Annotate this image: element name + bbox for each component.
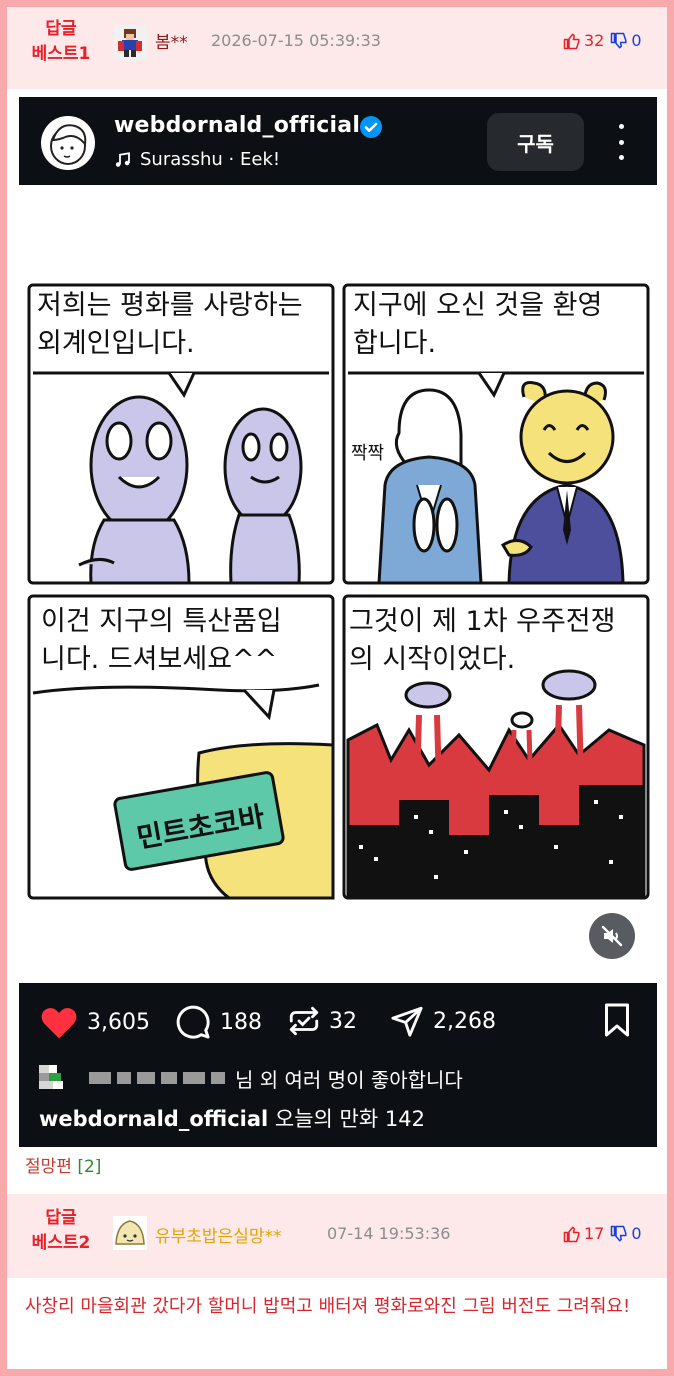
nickname[interactable]: 유부초밥은실망** [155,1222,281,1247]
reply-date: 2026-07-15 05:39:33 [211,31,381,50]
upvote-count: 32 [584,31,605,50]
reply-header-best1: 답글 베스트1 봄** 2026-07-15 05:39:33 32 0 [7,7,667,89]
liked-by-text: 님 외 여러 명이 좋아합니다 [235,1067,463,1092]
share-count: 2,268 [433,1008,496,1034]
more-options-icon[interactable] [609,124,633,160]
mute-button[interactable] [589,913,635,959]
best-reply-label: 답글 베스트1 [31,19,91,64]
speaker-muted-icon [601,925,623,947]
comic-image: 짝짝 민트초코바 저희는 평화를 사랑하는 외계인입니다. 지구에 오신 것을 … [19,185,657,983]
user-avatar[interactable] [113,1216,147,1250]
bookmark-icon[interactable] [599,1002,635,1038]
liked-by-avatar-icon [39,1065,63,1089]
like-count: 3,605 [87,1009,150,1035]
repost-count: 32 [329,1008,357,1034]
panel2-speech: 지구에 오신 것을 환영 합니다. [353,290,603,359]
instagram-embed-footer: 3,605 188 32 2,268 님 외 여러 명이 좋아합니다 webdo… [19,983,657,1147]
caption-account[interactable]: webdornald_official [39,1107,268,1131]
share-icon[interactable] [389,1004,425,1038]
comment-icon[interactable] [174,1004,212,1040]
downvote-count: 0 [631,31,642,50]
thumbs-down-icon[interactable] [610,32,628,50]
reply-date: 07-14 19:53:36 [327,1224,451,1243]
comment-count: 188 [220,1009,262,1035]
liked-by-line: 님 외 여러 명이 좋아합니다 [39,1063,463,1093]
music-note-icon [115,151,130,167]
music-info[interactable]: Surasshu · Eek! [114,149,280,170]
caption-text: 오늘의 만화 142 [274,1107,425,1131]
vote-counts: 17 0 [563,1224,642,1243]
repost-icon[interactable] [287,1004,321,1038]
verified-badge-icon [360,116,382,138]
best-reply-label: 답글 베스트2 [31,1208,91,1253]
vote-counts: 32 0 [563,31,642,50]
repost-action[interactable]: 32 [287,1004,357,1038]
clap-sfx-text: 짝짝 [351,443,384,464]
post-title-link[interactable]: 절망편 [2] [25,1152,101,1177]
reply-text: 사창리 마을회관 갔다가 할머니 밥먹고 배터져 평화로와진 그림 버전도 그려… [25,1296,631,1317]
upvote-count: 17 [584,1224,605,1243]
comment-action[interactable]: 188 [174,1004,262,1040]
downvote-count: 0 [631,1224,642,1243]
post-title[interactable]: 절망편 [25,1157,72,1177]
panel3-speech: 이건 지구의 특산품입 니다. 드셔보세요^^ [41,606,282,675]
panel1-speech: 저희는 평화를 사랑하는 외계인입니다. [37,290,303,359]
thumbs-up-icon[interactable] [563,1225,581,1243]
blurred-username [89,1072,111,1084]
nickname[interactable]: 봄** [155,28,188,53]
reply-panel: 답글 베스트1 봄** 2026-07-15 05:39:33 32 0 web… [7,7,667,1369]
caption: webdornald_official 오늘의 만화 142 [39,1103,425,1133]
like-action[interactable]: 3,605 [39,1004,150,1040]
share-action[interactable]: 2,268 [389,1004,496,1038]
account-name[interactable]: webdornald_official [114,113,360,138]
heart-icon[interactable] [39,1004,79,1040]
post-reply-count[interactable]: [2] [77,1157,101,1177]
user-avatar[interactable] [113,25,147,59]
music-label: Surasshu · Eek! [140,149,281,170]
thumbs-down-icon[interactable] [610,1225,628,1243]
account-avatar[interactable] [41,116,95,170]
instagram-embed-header: webdornald_official Surasshu · Eek! 구독 [19,97,657,185]
panel4-speech: 그것이 제 1차 우주전쟁 의 시작이었다. [349,606,616,675]
reply-header-best2: 답글 베스트2 유부초밥은실망** 07-14 19:53:36 17 0 [7,1194,667,1278]
thumbs-up-icon[interactable] [563,32,581,50]
subscribe-button[interactable]: 구독 [487,113,584,171]
